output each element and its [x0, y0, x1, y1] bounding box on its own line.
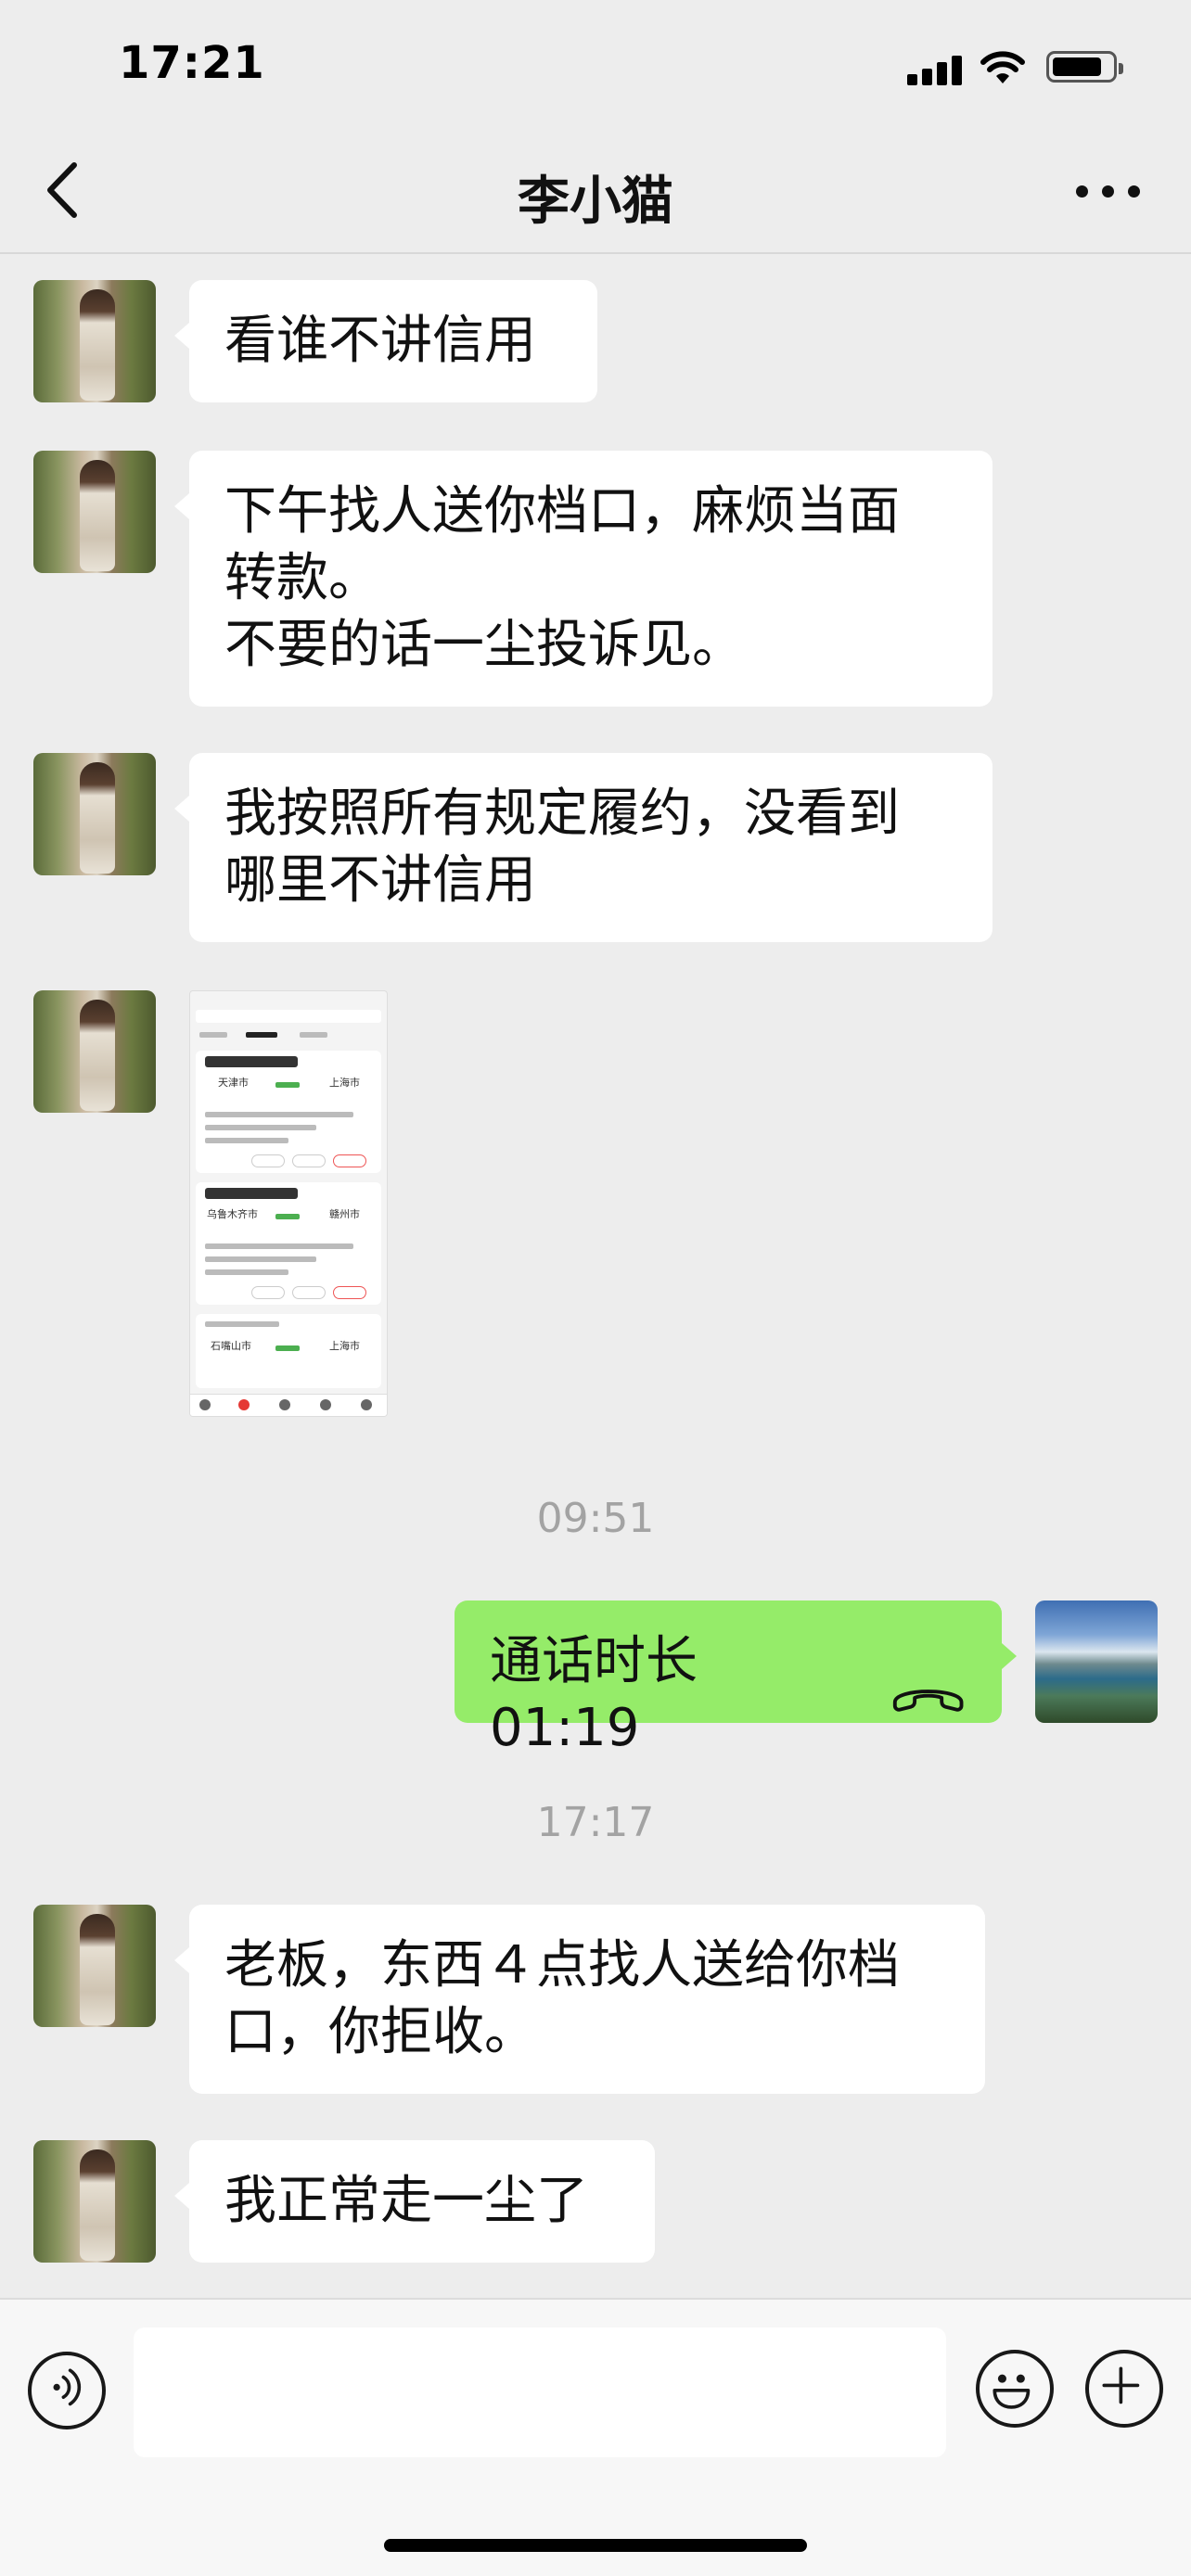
message-text-line: 老板，东西４点找人送给你档 — [224, 1935, 900, 1996]
thumbnail-city-to: 上海市 — [329, 1340, 360, 1352]
home-indicator[interactable] — [384, 2539, 807, 2552]
message-text-line: 哪里不讲信用 — [224, 850, 536, 911]
chat-title: 李小猫 — [518, 172, 673, 232]
thumbnail-tabbar — [190, 1394, 387, 1416]
avatar[interactable] — [33, 2140, 156, 2263]
call-record-bubble[interactable]: 通话时长 01:19 — [455, 1600, 1017, 1758]
avatar[interactable] — [33, 753, 156, 875]
message-bubble[interactable]: 我正常走一尘了 — [174, 2140, 655, 2263]
message-text: 我正常走一尘了 — [224, 2171, 588, 2231]
message-text-line: 口，你拒收。 — [224, 2002, 536, 2062]
status-time: 17:21 — [119, 37, 265, 89]
chat-header: 李小猫 — [0, 130, 1191, 254]
thumbnail-order-card: 石嘴山市 上海市 — [196, 1314, 381, 1388]
wifi-icon — [980, 51, 1025, 83]
message-bubble[interactable]: 下午找人送你档口，麻烦当面 转款。 不要的话一尘投诉见。 — [174, 451, 992, 707]
message-bubble[interactable]: 老板，东西４点找人送给你档 口，你拒收。 — [174, 1905, 985, 2094]
avatar[interactable] — [33, 451, 156, 573]
message-bubble[interactable]: 看谁不讲信用 — [174, 280, 597, 402]
thumbnail-city-from: 乌鲁木齐市 — [207, 1208, 258, 1220]
message-bubble[interactable]: 我按照所有规定履约，没看到 哪里不讲信用 — [174, 753, 992, 942]
avatar[interactable] — [33, 280, 156, 402]
chat-input-bar — [0, 2298, 1191, 2576]
battery-icon — [1046, 51, 1123, 83]
timestamp: 09:51 — [536, 1495, 655, 1542]
thumbnail-city-from: 天津市 — [218, 1077, 249, 1089]
timestamp: 17:17 — [536, 1799, 655, 1846]
thumbnail-order-card: 乌鲁木齐市 赣州市 — [196, 1182, 381, 1305]
voice-input-icon[interactable] — [28, 2352, 106, 2429]
phone-hangup-icon — [892, 1690, 964, 1712]
thumbnail-city-from: 石嘴山市 — [211, 1340, 251, 1352]
plus-circle-icon[interactable] — [1085, 2350, 1163, 2428]
message-text-line: 不要的话一尘投诉见。 — [224, 615, 744, 675]
thumbnail-search-bar — [196, 1010, 381, 1023]
more-horizontal-icon[interactable] — [1076, 182, 1141, 202]
image-message[interactable]: 天津市 上海市 乌鲁木齐市 赣州市 石嘴山市 上海市 — [189, 990, 388, 1417]
thumbnail-city-to: 赣州市 — [329, 1208, 360, 1220]
thumbnail-city-to: 上海市 — [329, 1077, 360, 1089]
message-text-line: 我按照所有规定履约，没看到 — [224, 784, 900, 844]
call-duration-text: 通话时长 01:19 — [490, 1631, 698, 1758]
message-text-line: 下午找人送你档口，麻烦当面 — [224, 481, 900, 542]
emoji-icon[interactable] — [976, 2350, 1054, 2428]
avatar[interactable] — [33, 990, 156, 1113]
message-input[interactable] — [134, 2327, 946, 2457]
avatar[interactable] — [33, 1905, 156, 2027]
message-text: 看谁不讲信用 — [224, 311, 536, 371]
avatar[interactable] — [1035, 1600, 1158, 1723]
message-text-line: 转款。 — [224, 548, 380, 608]
thumbnail-order-card: 天津市 上海市 — [196, 1051, 381, 1173]
cellular-signal-icon — [907, 54, 965, 85]
status-bar: 17:21 — [0, 0, 1191, 130]
